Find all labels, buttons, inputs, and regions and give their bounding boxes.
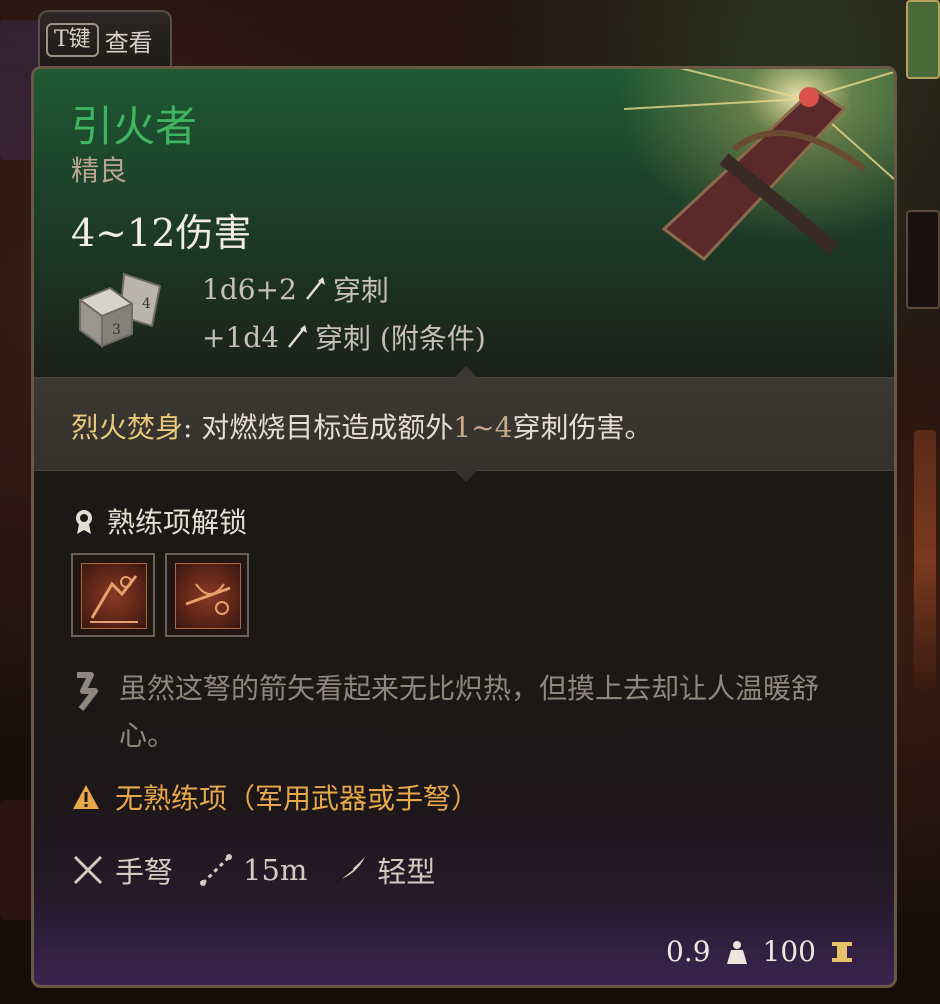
damage-type: 穿刺 (附条件) xyxy=(315,322,486,355)
item-tooltip: 引火者 精良 4~12伤害 4 3 1d6+2 穿刺 +1d4 穿刺 (附条件)… xyxy=(31,66,897,988)
piercing-icon xyxy=(305,277,325,300)
weight-icon xyxy=(726,940,747,964)
damage-row: 1d6+2 穿刺 xyxy=(202,269,389,309)
item-value: 100 xyxy=(762,935,816,968)
weapon-properties: 手弩 15m 轻型 xyxy=(71,849,461,891)
svg-text:4: 4 xyxy=(142,296,151,312)
passive-text: : 对燃烧目标造成额外 xyxy=(183,411,454,444)
passive-damage-value: 1~4 xyxy=(453,411,513,444)
property-weapon-type[interactable]: 手弩 xyxy=(71,849,173,891)
weapon-action-icon xyxy=(81,563,147,629)
divider-notch xyxy=(454,470,478,482)
passive-name[interactable]: 烈火焚身 xyxy=(71,411,183,444)
warning-icon xyxy=(73,785,99,809)
quill-icon xyxy=(77,672,98,711)
damage-dice: +1d4 xyxy=(202,320,280,354)
damage-type: 穿刺 xyxy=(332,274,389,307)
t-key-hint: T键 xyxy=(46,23,99,57)
damage-row: +1d4 穿刺 (附条件) xyxy=(202,317,486,357)
passive-box: 烈火焚身: 对燃烧目标造成额外1~4穿刺伤害。 xyxy=(34,366,894,482)
passive-description: 烈火焚身: 对燃烧目标造成额外1~4穿刺伤害。 xyxy=(71,406,652,446)
proficiency-warning: 无熟练项（军用武器或手弩） xyxy=(71,777,479,817)
damage-dice: 1d6+2 xyxy=(202,272,297,306)
proficiency-badge-icon xyxy=(76,510,92,534)
item-footer: 0.9 100 xyxy=(666,935,854,968)
weapon-action-slot[interactable] xyxy=(71,553,155,637)
damage-range: 4~12伤害 xyxy=(71,211,252,255)
range-icon xyxy=(200,854,233,886)
dice-icon: 4 3 xyxy=(77,272,162,348)
svg-text:3: 3 xyxy=(112,322,121,338)
property-label: 15m xyxy=(243,853,308,887)
examine-label: 查看 xyxy=(104,28,153,57)
flavor-text-content: 虽然这弩的箭矢看起来无比炽热，但摸上去却让人温暖舒心。 xyxy=(119,672,820,752)
proficiency-unlock-label: 熟练项解锁 xyxy=(107,506,248,539)
item-weight: 0.9 xyxy=(666,935,711,968)
examine-tab[interactable]: T键 查看 xyxy=(38,10,172,68)
crossed-swords-icon xyxy=(73,855,103,885)
inventory-slot[interactable] xyxy=(906,0,940,79)
flavor-text: 虽然这弩的箭矢看起来无比炽热，但摸上去却让人温暖舒心。 xyxy=(71,665,861,759)
item-name: 引火者 xyxy=(71,102,198,151)
item-rarity: 精良 xyxy=(71,154,128,187)
property-label: 轻型 xyxy=(377,855,436,889)
weapon-action-slot[interactable] xyxy=(165,553,249,637)
property-weight-class[interactable]: 轻型 xyxy=(333,849,435,891)
gold-icon xyxy=(832,941,852,962)
piercing-icon xyxy=(288,325,308,348)
crossbow-art xyxy=(604,69,894,289)
inventory-slot[interactable] xyxy=(906,210,940,309)
feather-icon xyxy=(334,857,366,884)
warning-text: 无熟练项（军用武器或手弩） xyxy=(115,782,480,815)
passive-text: 穿刺伤害。 xyxy=(512,411,653,444)
background-decoration xyxy=(914,430,936,690)
property-range[interactable]: 15m xyxy=(199,853,307,887)
proficiency-unlock-heading: 熟练项解锁 xyxy=(71,501,247,541)
property-label: 手弩 xyxy=(115,855,174,889)
divider-notch xyxy=(454,366,478,378)
weapon-action-icon xyxy=(175,563,241,629)
